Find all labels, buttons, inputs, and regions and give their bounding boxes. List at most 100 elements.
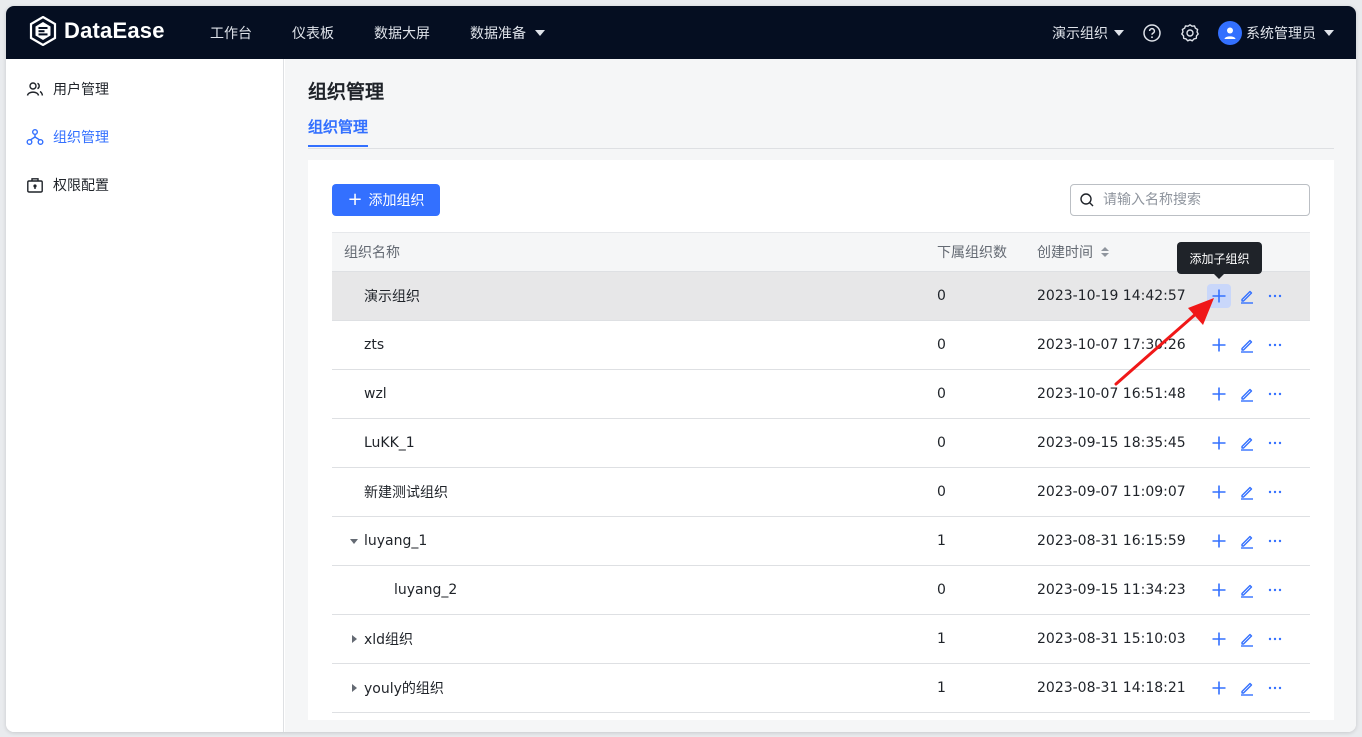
search-input[interactable] (1103, 192, 1303, 208)
search-icon (1080, 193, 1094, 207)
cell-count: 0 (937, 435, 946, 451)
more-icon[interactable] (1263, 627, 1287, 651)
add-suborg-icon[interactable] (1207, 284, 1231, 308)
more-icon[interactable] (1263, 333, 1287, 357)
cell-count: 1 (937, 533, 946, 549)
cell-time: 2023-10-07 16:51:48 (1037, 386, 1186, 402)
nav-data-screen[interactable]: 数据大屏 (374, 23, 430, 43)
nav-data-prep[interactable]: 数据准备 (470, 23, 545, 43)
table-row[interactable]: luyang_1 1 2023-08-31 16:15:59 (332, 517, 1310, 566)
cell-name: wzl (332, 386, 937, 402)
edit-icon[interactable] (1235, 431, 1259, 455)
nav-label: 工作台 (210, 25, 252, 42)
cell-ops (1205, 284, 1310, 308)
more-icon[interactable] (1263, 676, 1287, 700)
add-suborg-icon[interactable] (1207, 431, 1231, 455)
cell-time: 2023-10-19 14:42:57 (1037, 288, 1186, 304)
sidebar-item-label: 权限配置 (53, 178, 109, 194)
cell-name: luyang_2 (332, 582, 937, 598)
table-row[interactable]: 演示组织 0 2023-10-19 14:42:57 (332, 272, 1310, 321)
expand-toggle-icon[interactable] (344, 678, 364, 698)
nav-dashboard[interactable]: 仪表板 (292, 23, 334, 43)
org-switcher[interactable]: 演示组织 (1052, 23, 1124, 43)
table-row[interactable]: LuKK_1 0 2023-09-15 18:35:45 (332, 419, 1310, 468)
logo[interactable]: DataEase (28, 16, 165, 46)
user-menu[interactable]: 系统管理员 (1218, 20, 1334, 45)
cell-ops (1205, 382, 1310, 406)
cell-time: 2023-08-31 14:18:21 (1037, 680, 1186, 696)
add-suborg-icon[interactable] (1207, 480, 1231, 504)
cell-count: 0 (937, 337, 946, 353)
table-row[interactable]: xld组织 1 2023-08-31 15:10:03 (332, 615, 1310, 664)
cell-count: 0 (937, 484, 946, 500)
org-name: 演示组织 (364, 289, 420, 305)
sidebar-item-user-management[interactable]: 用户管理 (26, 77, 109, 101)
edit-icon[interactable] (1235, 676, 1259, 700)
add-suborg-icon[interactable] (1207, 529, 1231, 553)
cell-name: luyang_1 (332, 531, 937, 551)
edit-icon[interactable] (1235, 480, 1259, 504)
more-icon[interactable] (1263, 284, 1287, 308)
edit-icon[interactable] (1235, 333, 1259, 357)
sidebar: 用户管理 组织管理 权限配置 (6, 59, 284, 732)
table-row[interactable]: youly的组织 1 2023-08-31 14:18:21 (332, 664, 1310, 713)
sort-icon[interactable] (1101, 247, 1109, 257)
add-suborg-icon[interactable] (1207, 627, 1231, 651)
edit-icon[interactable] (1235, 284, 1259, 308)
expand-toggle-icon[interactable] (344, 531, 364, 551)
cell-ops (1205, 333, 1310, 357)
expand-toggle-icon[interactable] (344, 629, 364, 649)
header-time-label: 创建时间 (1037, 245, 1093, 261)
cell-count: 0 (937, 582, 946, 598)
cell-ops (1205, 627, 1310, 651)
more-icon[interactable] (1263, 431, 1287, 455)
org-switcher-label: 演示组织 (1052, 25, 1108, 42)
header-name: 组织名称 (344, 245, 400, 261)
cell-name: 演示组织 (332, 286, 937, 306)
edit-icon[interactable] (1235, 382, 1259, 406)
more-icon[interactable] (1263, 480, 1287, 504)
add-org-button[interactable]: + 添加组织 (332, 184, 440, 216)
gear-icon[interactable] (1180, 23, 1200, 43)
table-header: 组织名称 下属组织数 创建时间 (332, 232, 1310, 272)
add-org-button-label: 添加组织 (368, 193, 425, 209)
nav-workbench[interactable]: 工作台 (210, 23, 252, 43)
org-name: wzl (364, 386, 387, 402)
tooltip-add-suborg: 添加子组织 (1177, 242, 1262, 279)
edit-icon[interactable] (1235, 529, 1259, 553)
table-row[interactable]: zts 0 2023-10-07 17:30:26 (332, 321, 1310, 370)
cell-ops (1205, 578, 1310, 602)
help-icon[interactable] (1142, 23, 1162, 43)
org-name: luyang_2 (394, 582, 458, 598)
more-icon[interactable] (1263, 529, 1287, 553)
user-icon (1224, 27, 1236, 39)
cell-name: 新建测试组织 (332, 482, 937, 502)
main-content: 组织管理 组织管理 + 添加组织 组织名称 下属组织数 (285, 59, 1356, 732)
table-body: 演示组织 0 2023-10-19 14:42:57 zts 0 2023-10-07 1… (332, 272, 1310, 713)
add-suborg-icon[interactable] (1207, 676, 1231, 700)
org-name: zts (364, 337, 385, 353)
table-row[interactable]: 新建测试组织 0 2023-09-07 11:09:07 (332, 468, 1310, 517)
table-row[interactable]: wzl 0 2023-10-07 16:51:48 (332, 370, 1310, 419)
plus-icon: + (347, 189, 363, 210)
table-row[interactable]: luyang_2 0 2023-09-15 11:34:23 (332, 566, 1310, 615)
cell-name: LuKK_1 (332, 435, 937, 451)
nav-label: 数据准备 (470, 25, 526, 42)
add-suborg-icon[interactable] (1207, 382, 1231, 406)
cell-count: 0 (937, 386, 946, 402)
edit-icon[interactable] (1235, 578, 1259, 602)
add-suborg-icon[interactable] (1207, 578, 1231, 602)
org-name: luyang_1 (364, 533, 428, 549)
sidebar-item-org-management[interactable]: 组织管理 (26, 125, 109, 149)
add-suborg-icon[interactable] (1207, 333, 1231, 357)
tab-org-management[interactable]: 组织管理 (308, 116, 369, 147)
cell-time: 2023-08-31 16:15:59 (1037, 533, 1186, 549)
edit-icon[interactable] (1235, 627, 1259, 651)
cell-count: 1 (937, 680, 946, 696)
main-nav: 工作台 仪表板 数据大屏 数据准备 (210, 6, 585, 59)
more-icon[interactable] (1263, 578, 1287, 602)
sidebar-item-permissions[interactable]: 权限配置 (26, 173, 109, 197)
more-icon[interactable] (1263, 382, 1287, 406)
org-name: youly的组织 (364, 681, 444, 697)
org-tree-icon (26, 129, 44, 145)
